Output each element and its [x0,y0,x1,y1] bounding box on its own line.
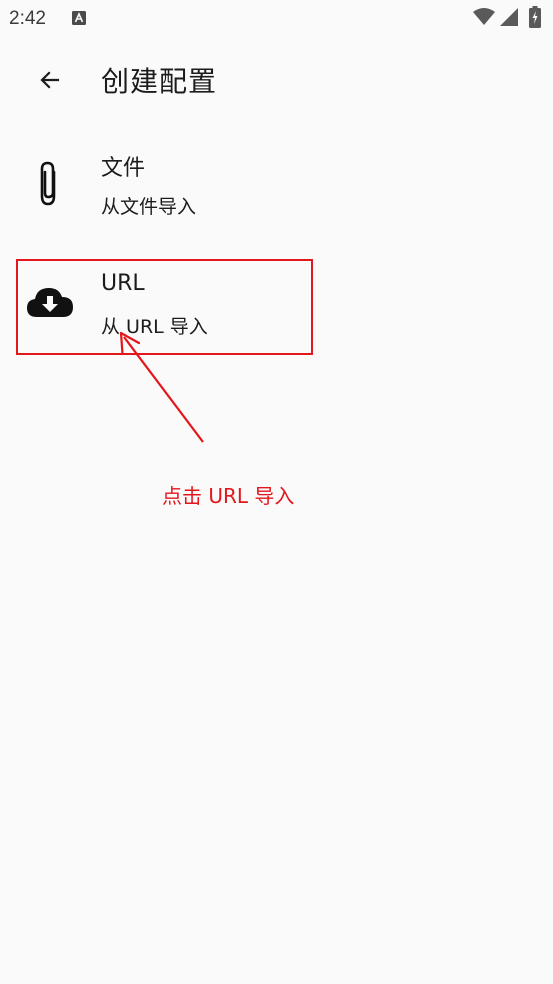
cloud-download-icon [27,288,73,317]
app-bar: 创建配置 [0,48,553,112]
annotation-text: 点击 URL 导入 [162,484,295,508]
arrow-back-icon [40,71,60,89]
back-button[interactable] [26,56,74,104]
list-item-url[interactable]: URL 从 URL 导入 [0,254,553,354]
status-time: 2:42 [9,8,46,29]
status-bar: 2:42 [0,0,553,36]
list-item-file[interactable]: 文件 从文件导入 [0,134,553,234]
item-title: URL [101,271,145,296]
battery-charging-icon [529,6,541,28]
item-title: 文件 [101,156,146,181]
signal-icon [500,8,518,26]
item-subtitle: 从文件导入 [101,196,197,218]
a-notification-icon [72,11,86,25]
item-icon-wrapper [22,156,78,212]
item-subtitle: 从 URL 导入 [101,316,208,338]
wifi-icon [473,8,495,25]
item-icon-wrapper [22,274,78,330]
page-title: 创建配置 [101,65,218,98]
paperclip-icon [40,161,56,206]
